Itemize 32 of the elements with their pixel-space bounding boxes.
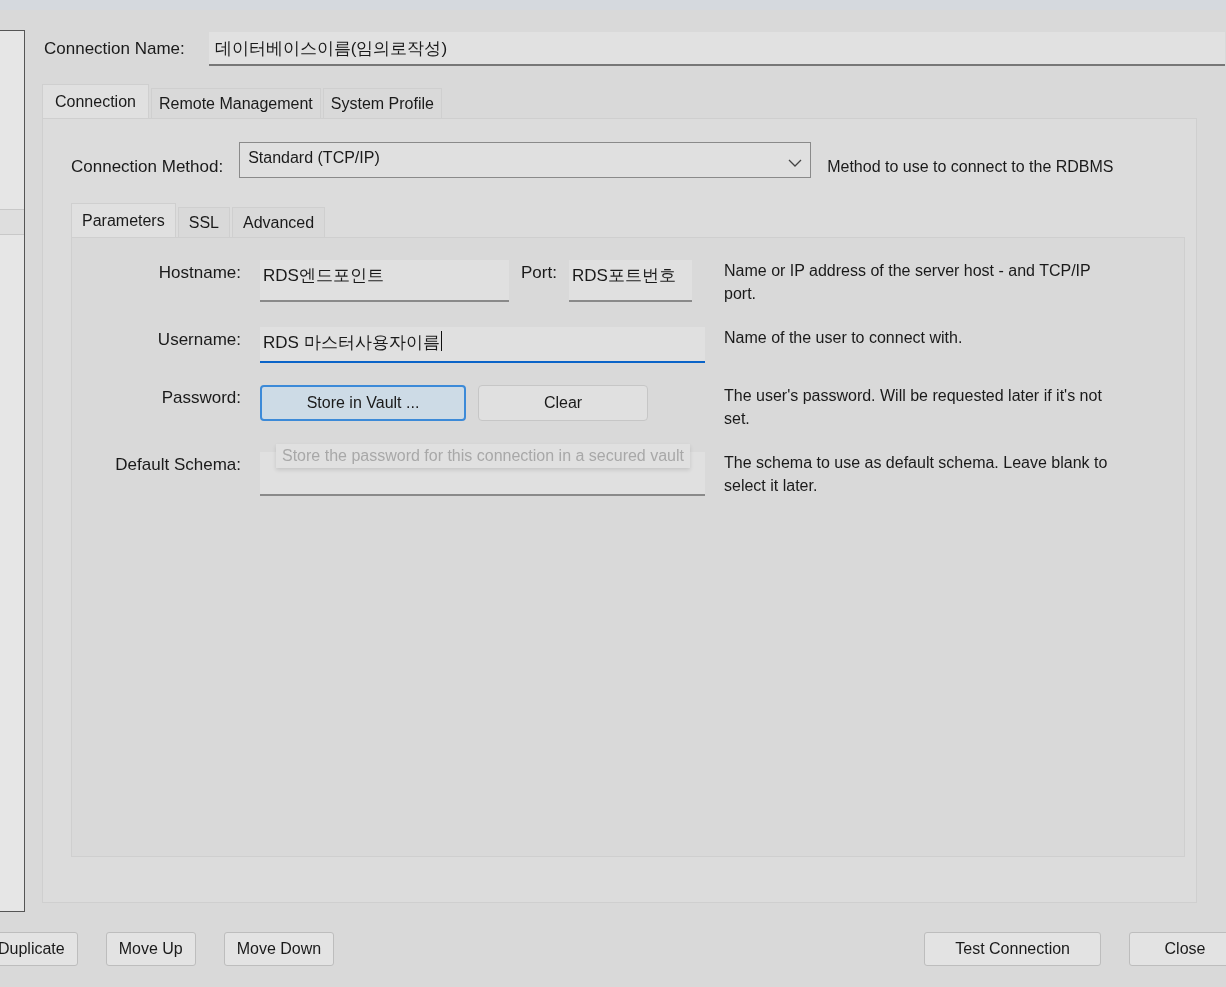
field-label: Password:: [160, 387, 241, 409]
tab[interactable]: Advanced: [231, 207, 326, 237]
field-label: Connection Name:: [44, 39, 185, 59]
port-field[interactable]: RDS포트번호: [568, 260, 692, 302]
action-button[interactable]: Move Down: [223, 932, 335, 966]
field-description: Name of the user to connect with.: [724, 328, 964, 348]
tab[interactable]: SSL: [177, 207, 230, 237]
action-button[interactable]: Test Connection: [924, 932, 1101, 966]
field-label: Connection Method:: [71, 157, 224, 177]
tab[interactable]: Parameters: [71, 203, 176, 237]
chevron-down-icon: [788, 159, 803, 167]
field-description: Method to use to connect to the RDBMS: [827, 156, 1114, 177]
action-button[interactable]: Close: [1129, 932, 1226, 966]
tab[interactable]: System Profile: [322, 88, 442, 118]
action-button[interactable]: Duplicate: [0, 932, 78, 966]
tab[interactable]: Connection: [42, 84, 149, 118]
input-field[interactable]: RDS 마스터사용자이름: [260, 327, 705, 363]
field-description: The user's password. Will be requested later if it's not set.: [724, 386, 1103, 429]
field-label: Hostname:: [157, 262, 241, 284]
method-dropdown[interactable]: Standard (TCP/IP): [239, 142, 812, 178]
field-label: Default Schema:: [114, 454, 241, 476]
action-button[interactable]: Move Up: [105, 932, 196, 966]
clear-button[interactable]: Clear: [478, 385, 648, 421]
field-label: Username:: [156, 329, 241, 351]
field-label: Port:: [521, 262, 557, 283]
field-description: The schema to use as default schema. Leave blank to select it later.: [724, 453, 1109, 496]
store-button[interactable]: Store in Vault ...: [260, 385, 466, 421]
tab[interactable]: Remote Management: [150, 88, 321, 118]
hostname-field[interactable]: RDS엔드포인트: [260, 260, 509, 302]
tooltip: Store the password for this connection in a secured vault: [276, 444, 690, 468]
field-description: Name or IP address of the server host - and TCP/IP port.: [724, 261, 1092, 304]
connection-name-field[interactable]: 데이터베이스이름(임의로작성): [208, 32, 1225, 66]
